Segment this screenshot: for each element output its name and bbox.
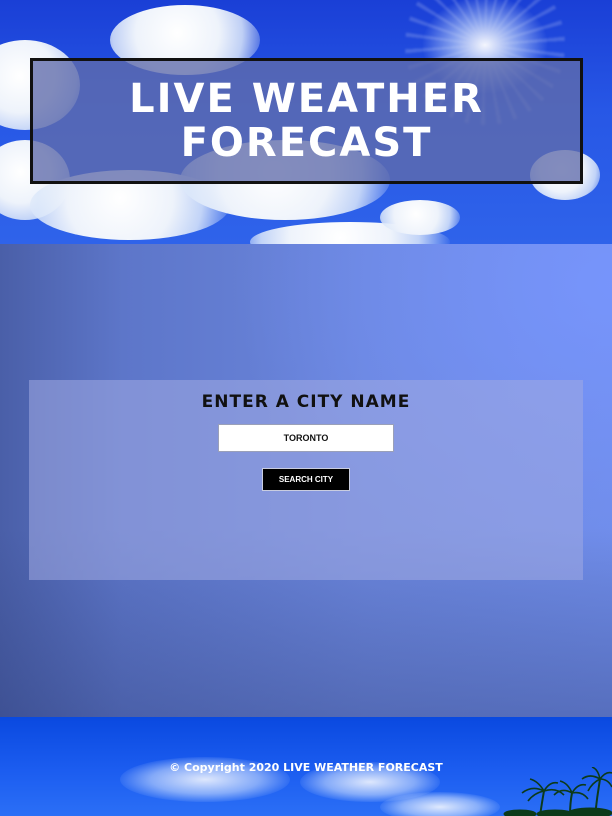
copyright-text: © Copyright 2020 LIVE WEATHER FORECAST [169, 761, 443, 774]
search-panel: ENTER A CITY NAME SEARCH CITY [29, 380, 583, 580]
city-search-input[interactable] [218, 424, 394, 452]
cloud-image [380, 200, 460, 235]
search-heading: ENTER A CITY NAME [201, 392, 411, 412]
cloud-image [380, 792, 500, 816]
main-content: ENTER A CITY NAME SEARCH CITY [0, 244, 612, 717]
page-title: LIVE WEATHER FORECAST [129, 76, 484, 166]
search-city-button[interactable]: SEARCH CITY [262, 468, 350, 491]
header-banner: LIVE WEATHER FORECAST [0, 0, 612, 244]
footer: © Copyright 2020 LIVE WEATHER FORECAST [0, 717, 612, 816]
palm-trees-image [503, 767, 612, 816]
title-box: LIVE WEATHER FORECAST [30, 58, 583, 184]
